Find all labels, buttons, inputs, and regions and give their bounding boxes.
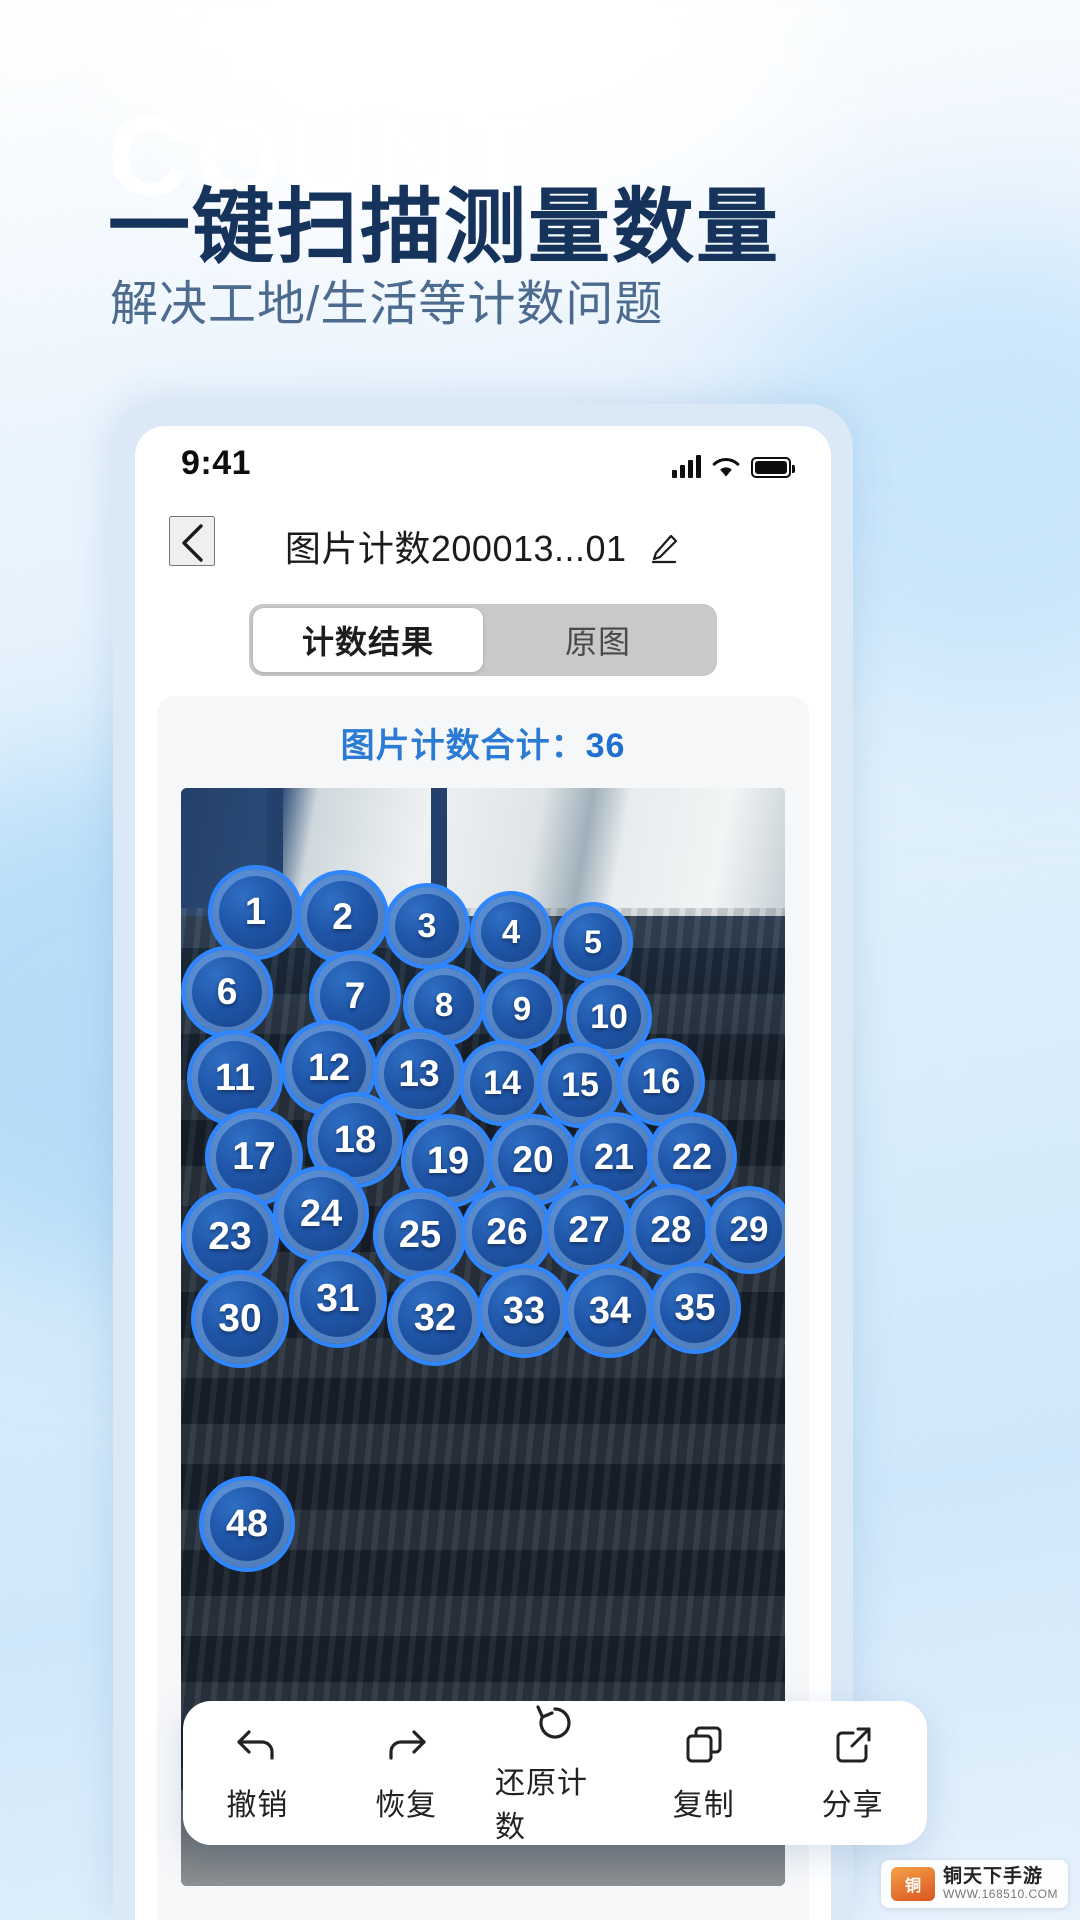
wifi-icon xyxy=(712,456,740,478)
share-label: 分享 xyxy=(821,1789,884,1822)
page-title-text: 图片计数200013...01 xyxy=(284,528,627,569)
copy-button[interactable]: 复制 xyxy=(644,1722,764,1824)
total-count-value: 36 xyxy=(585,727,626,765)
redo-label: 恢复 xyxy=(375,1789,438,1822)
pipe-marker[interactable]: 30 xyxy=(191,1270,289,1368)
action-toolbar[interactable]: 撤销 恢复 还原计数 复制 分享 xyxy=(183,1701,927,1845)
site-name: 铜天下手游 xyxy=(942,1866,1043,1888)
pipe-marker[interactable]: 4 xyxy=(470,891,552,973)
restore-counter-icon xyxy=(536,1705,571,1739)
pipe-marker[interactable]: 35 xyxy=(649,1262,741,1354)
pipe-marker[interactable]: 48 xyxy=(199,1476,295,1572)
restore-count-button[interactable]: 还原计数 xyxy=(495,1700,615,1846)
pipe-marker[interactable]: 33 xyxy=(477,1264,571,1358)
status-bar: 9:41 xyxy=(135,426,831,498)
status-bar-icons xyxy=(672,448,795,478)
site-logo-icon: 铜 xyxy=(890,1867,935,1902)
site-url: WWW.168510.COM xyxy=(942,1887,1058,1902)
redo-arrow-icon xyxy=(389,1730,426,1760)
page-title: 图片计数200013...01 xyxy=(135,520,831,574)
pipe-marker[interactable]: 32 xyxy=(387,1270,483,1366)
pipe-marker[interactable]: 34 xyxy=(563,1264,657,1358)
total-count-label: 图片计数合计：36 xyxy=(157,718,809,767)
pipe-marker[interactable]: 5 xyxy=(553,902,633,982)
copy-icon xyxy=(686,1726,722,1763)
pipe-marker[interactable]: 31 xyxy=(289,1250,387,1348)
tab-original-image[interactable]: 原图 xyxy=(483,608,713,672)
pipe-marker[interactable]: 29 xyxy=(705,1186,785,1274)
pipe-marker[interactable]: 27 xyxy=(543,1184,635,1276)
battery-icon xyxy=(751,457,795,478)
pipe-marker[interactable]: 24 xyxy=(273,1166,369,1262)
undo-label: 撤销 xyxy=(226,1789,289,1822)
hero-subheadline: 解决工地/生活等计数问题 xyxy=(110,278,664,331)
pipe-marker[interactable]: 9 xyxy=(481,968,563,1050)
copy-label: 复制 xyxy=(672,1789,735,1822)
tab-count-result[interactable]: 计数结果 xyxy=(253,608,483,672)
view-mode-tabs[interactable]: 计数结果 原图 xyxy=(249,604,717,676)
undo-arrow-icon xyxy=(237,1730,274,1760)
pipe-marker[interactable]: 25 xyxy=(373,1188,467,1282)
redo-button[interactable]: 恢复 xyxy=(346,1722,466,1824)
pipe-marker[interactable]: 6 xyxy=(181,946,273,1038)
status-bar-clock: 9:41 xyxy=(181,444,252,482)
cellular-signal-icon xyxy=(672,454,701,478)
share-external-icon xyxy=(836,1727,871,1763)
site-watermark-badge: 铜 铜天下手游 WWW.168510.COM xyxy=(880,1860,1068,1908)
pipe-marker[interactable]: 3 xyxy=(384,883,470,969)
pipe-marker[interactable]: 2 xyxy=(296,870,389,963)
phone-mockup: 9:41 图片计数200013...01 计数结果 原图 图片计数合计：36 1… xyxy=(113,404,927,1920)
share-button[interactable]: 分享 xyxy=(793,1722,913,1824)
restore-count-label: 还原计数 xyxy=(494,1767,588,1844)
hero-section: COUNT 一键扫描测量数量 解决工地/生活等计数问题 xyxy=(0,0,1080,420)
nav-bar: 图片计数200013...01 xyxy=(135,498,831,584)
total-count-text: 图片计数合计： xyxy=(340,727,586,765)
undo-button[interactable]: 撤销 xyxy=(197,1722,317,1824)
pipe-marker[interactable]: 26 xyxy=(461,1186,553,1278)
pencil-edit-icon[interactable] xyxy=(647,531,681,574)
phone-screen: 9:41 图片计数200013...01 计数结果 原图 图片计数合计：36 1… xyxy=(135,426,831,1920)
hero-headline: 一键扫描测量数量 xyxy=(108,182,781,273)
